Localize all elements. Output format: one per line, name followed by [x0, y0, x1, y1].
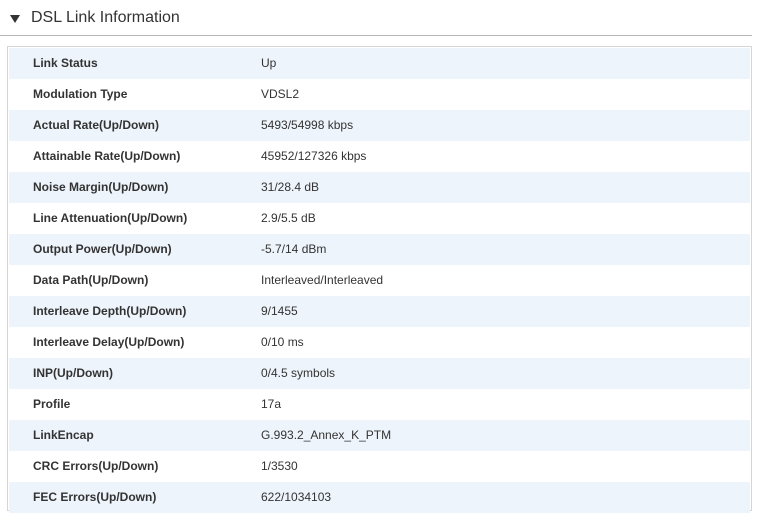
- row-label: Profile: [33, 397, 71, 411]
- row-label: Attainable Rate(Up/Down): [33, 149, 181, 163]
- table-row-inp: INP(Up/Down) 0/4.5 symbols: [9, 358, 750, 389]
- row-value: 31/28.4 dB: [261, 180, 320, 194]
- row-label: LinkEncap: [33, 428, 94, 442]
- table-row-crc-errors: CRC Errors(Up/Down) 1/3530: [9, 451, 750, 482]
- row-label: Data Path(Up/Down): [33, 273, 149, 287]
- row-value: 5493/54998 kbps: [261, 118, 354, 132]
- row-value: G.993.2_Annex_K_PTM: [261, 428, 392, 442]
- row-label: FEC Errors(Up/Down): [33, 490, 157, 504]
- table-row-attainable-rate: Attainable Rate(Up/Down) 45952/127326 kb…: [9, 141, 750, 172]
- triangle-down-icon[interactable]: [10, 15, 20, 23]
- row-value: 17a: [261, 397, 282, 411]
- section-title: DSL Link Information: [31, 9, 180, 26]
- row-value: -5.7/14 dBm: [261, 242, 327, 256]
- row-label: Link Status: [33, 56, 98, 70]
- table-row-interleave-depth: Interleave Depth(Up/Down) 9/1455: [9, 296, 750, 327]
- row-value: Interleaved/Interleaved: [261, 273, 384, 287]
- row-value: 1/3530: [261, 459, 298, 473]
- row-value: 2.9/5.5 dB: [261, 211, 316, 225]
- row-label: Interleave Depth(Up/Down): [33, 304, 187, 318]
- table-row-fec-errors: FEC Errors(Up/Down) 622/1034103: [9, 482, 750, 513]
- row-label: CRC Errors(Up/Down): [33, 459, 159, 473]
- row-value: Up: [261, 56, 277, 70]
- dsl-info-table: Link Status Up Modulation Type VDSL2 Act…: [7, 46, 752, 513]
- row-label: Modulation Type: [33, 87, 128, 101]
- row-label: INP(Up/Down): [33, 366, 113, 380]
- table-row-data-path: Data Path(Up/Down) Interleaved/Interleav…: [9, 265, 750, 296]
- section-header-dsl-link-information[interactable]: DSL Link Information: [0, 0, 752, 36]
- table-row-link-encap: LinkEncap G.993.2_Annex_K_PTM: [9, 420, 750, 451]
- row-value: VDSL2: [261, 87, 300, 101]
- table-row-modulation-type: Modulation Type VDSL2: [9, 79, 750, 110]
- row-value: 0/4.5 symbols: [261, 366, 336, 380]
- table-row-actual-rate: Actual Rate(Up/Down) 5493/54998 kbps: [9, 110, 750, 141]
- table-row-interleave-delay: Interleave Delay(Up/Down) 0/10 ms: [9, 327, 750, 358]
- table-row-line-attenuation: Line Attenuation(Up/Down) 2.9/5.5 dB: [9, 203, 750, 234]
- row-value: 622/1034103: [261, 490, 332, 504]
- row-label: Noise Margin(Up/Down): [33, 180, 169, 194]
- table-row-link-status: Link Status Up: [9, 48, 750, 79]
- row-label: Line Attenuation(Up/Down): [33, 211, 188, 225]
- table-row-noise-margin: Noise Margin(Up/Down) 31/28.4 dB: [9, 172, 750, 203]
- row-label: Output Power(Up/Down): [33, 242, 172, 256]
- row-value: 0/10 ms: [261, 335, 304, 349]
- row-value: 45952/127326 kbps: [261, 149, 367, 163]
- row-label: Interleave Delay(Up/Down): [33, 335, 185, 349]
- row-label: Actual Rate(Up/Down): [33, 118, 159, 132]
- table-row-output-power: Output Power(Up/Down) -5.7/14 dBm: [9, 234, 750, 265]
- row-value: 9/1455: [261, 304, 298, 318]
- table-row-profile: Profile 17a: [9, 389, 750, 420]
